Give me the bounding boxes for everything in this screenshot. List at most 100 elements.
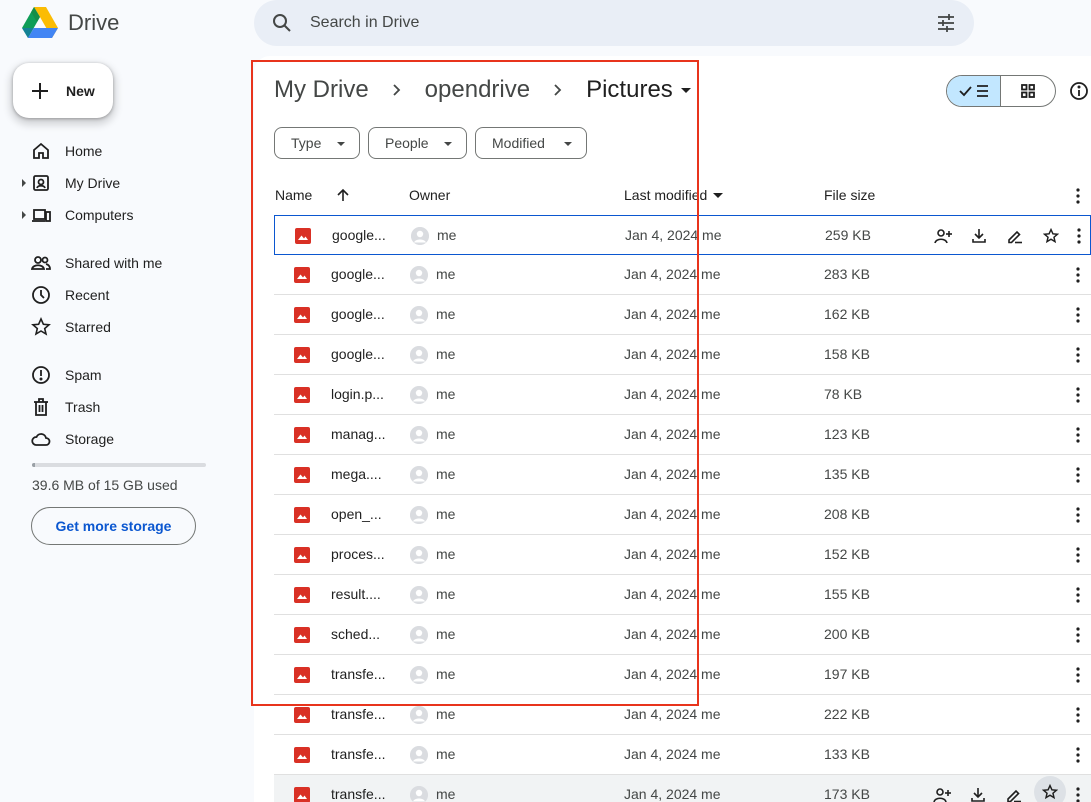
image-file-icon — [294, 627, 310, 643]
more-vert-icon[interactable] — [1076, 427, 1080, 443]
new-button[interactable]: New — [13, 63, 113, 118]
main-content: My Drive opendrive Pictures Type People … — [254, 56, 1091, 802]
column-header-name[interactable]: Name — [275, 187, 350, 203]
grid-view-button[interactable] — [1001, 76, 1055, 106]
more-vert-icon[interactable] — [1076, 387, 1080, 403]
file-row[interactable]: transfe... me Jan 4, 2024 me 173 KB — [274, 775, 1091, 802]
file-name[interactable]: open_... — [331, 506, 393, 522]
filter-modified-chip[interactable]: Modified — [475, 127, 587, 159]
caret-down-icon — [713, 192, 724, 198]
file-name[interactable]: result.... — [331, 586, 393, 602]
search-bar[interactable] — [254, 0, 974, 46]
file-owner: me — [436, 666, 456, 682]
search-options-icon[interactable] — [936, 13, 956, 33]
star-icon[interactable] — [1033, 226, 1069, 246]
image-file-icon — [294, 427, 310, 443]
more-vert-icon[interactable] — [1076, 707, 1080, 723]
file-name[interactable]: google... — [332, 227, 394, 243]
image-file-icon — [294, 547, 310, 563]
file-row[interactable]: transfe... me Jan 4, 2024 me 133 KB — [274, 735, 1091, 775]
more-vert-icon[interactable] — [1076, 307, 1080, 323]
file-row[interactable]: sched... me Jan 4, 2024 me 200 KB — [274, 615, 1091, 655]
more-vert-icon[interactable] — [1076, 507, 1080, 523]
file-name[interactable]: manag... — [331, 426, 393, 442]
more-vert-icon[interactable] — [1076, 467, 1080, 483]
star-icon[interactable] — [1032, 776, 1068, 802]
file-name[interactable]: google... — [331, 346, 393, 362]
expand-caret-icon[interactable] — [22, 211, 26, 219]
sidebar-item-label: Home — [65, 143, 103, 159]
share-icon[interactable] — [924, 785, 960, 802]
file-last-modified: Jan 4, 2024 me — [624, 586, 721, 602]
file-row[interactable]: transfe... me Jan 4, 2024 me 222 KB — [274, 695, 1091, 735]
recent-icon — [31, 285, 51, 305]
file-row[interactable]: transfe... me Jan 4, 2024 me 197 KB — [274, 655, 1091, 695]
more-vert-icon[interactable] — [1076, 347, 1080, 363]
file-row[interactable]: google... me Jan 4, 2024 me 158 KB — [274, 335, 1091, 375]
file-size: 173 KB — [824, 786, 870, 802]
file-row[interactable]: open_... me Jan 4, 2024 me 208 KB — [274, 495, 1091, 535]
file-last-modified: Jan 4, 2024 me — [624, 266, 721, 282]
file-name[interactable]: mega.... — [331, 466, 393, 482]
drive-logo[interactable]: Drive — [22, 4, 119, 42]
file-row[interactable]: google... me Jan 4, 2024 me 283 KB — [274, 255, 1091, 295]
file-name[interactable]: transfe... — [331, 746, 393, 762]
view-toggle — [946, 75, 1056, 107]
file-name[interactable]: google... — [331, 266, 393, 282]
file-row[interactable]: google... me Jan 4, 2024 me 259 KB — [274, 215, 1091, 255]
expand-caret-icon[interactable] — [22, 179, 26, 187]
file-name[interactable]: transfe... — [331, 706, 393, 722]
more-vert-icon[interactable] — [1076, 667, 1080, 683]
breadcrumb-item[interactable]: opendrive — [425, 76, 530, 104]
get-more-storage-button[interactable]: Get more storage — [31, 507, 196, 545]
more-vert-icon[interactable] — [1076, 587, 1080, 603]
search-input[interactable] — [310, 0, 870, 46]
more-vert-icon[interactable] — [1076, 787, 1080, 802]
file-name[interactable]: proces... — [331, 546, 393, 562]
file-name[interactable]: sched... — [331, 626, 393, 642]
download-icon[interactable] — [961, 226, 997, 246]
file-row[interactable]: result.... me Jan 4, 2024 me 155 KB — [274, 575, 1091, 615]
breadcrumb-item[interactable]: My Drive — [274, 76, 369, 104]
sidebar-item-label: Recent — [65, 287, 110, 303]
file-name[interactable]: transfe... — [331, 666, 393, 682]
file-row[interactable]: proces... me Jan 4, 2024 me 152 KB — [274, 535, 1091, 575]
more-vert-icon[interactable] — [1076, 547, 1080, 563]
sidebar-item-label: Spam — [65, 367, 102, 383]
file-row[interactable]: mega.... me Jan 4, 2024 me 135 KB — [274, 455, 1091, 495]
file-row[interactable]: google... me Jan 4, 2024 me 162 KB — [274, 295, 1091, 335]
filter-type-chip[interactable]: Type — [274, 127, 360, 159]
file-name[interactable]: login.p... — [331, 386, 393, 402]
column-header-last-modified[interactable]: Last modified — [624, 187, 724, 203]
rename-icon[interactable] — [996, 785, 1032, 802]
new-button-label: New — [66, 82, 95, 99]
file-row[interactable]: manag... me Jan 4, 2024 me 123 KB — [274, 415, 1091, 455]
file-owner: me — [436, 386, 456, 402]
info-icon[interactable] — [1069, 81, 1089, 101]
rename-icon[interactable] — [997, 226, 1033, 246]
filter-people-chip[interactable]: People — [368, 127, 467, 159]
more-vert-icon[interactable] — [1076, 188, 1080, 204]
file-name[interactable]: google... — [331, 306, 393, 322]
column-header-label: Last modified — [624, 187, 708, 203]
computers-icon — [31, 205, 51, 225]
more-vert-icon[interactable] — [1077, 228, 1081, 244]
sort-arrow-up-icon[interactable] — [336, 188, 350, 202]
search-icon[interactable] — [272, 13, 292, 33]
breadcrumb: My Drive opendrive Pictures — [274, 76, 691, 104]
column-header-owner[interactable]: Owner — [409, 187, 450, 203]
list-view-button[interactable] — [947, 76, 1002, 106]
more-vert-icon[interactable] — [1076, 627, 1080, 643]
more-vert-icon[interactable] — [1076, 267, 1080, 283]
column-header-label: Name — [275, 187, 313, 203]
more-vert-icon[interactable] — [1076, 747, 1080, 763]
file-row[interactable]: login.p... me Jan 4, 2024 me 78 KB — [274, 375, 1091, 415]
file-name[interactable]: transfe... — [331, 786, 393, 802]
owner-avatar — [410, 666, 428, 684]
column-header-file-size[interactable]: File size — [824, 187, 875, 203]
share-icon[interactable] — [925, 226, 961, 246]
image-file-icon — [295, 228, 311, 244]
breadcrumb-current-folder[interactable]: Pictures — [586, 76, 691, 104]
download-icon[interactable] — [960, 785, 996, 802]
file-last-modified: Jan 4, 2024 me — [624, 426, 721, 442]
